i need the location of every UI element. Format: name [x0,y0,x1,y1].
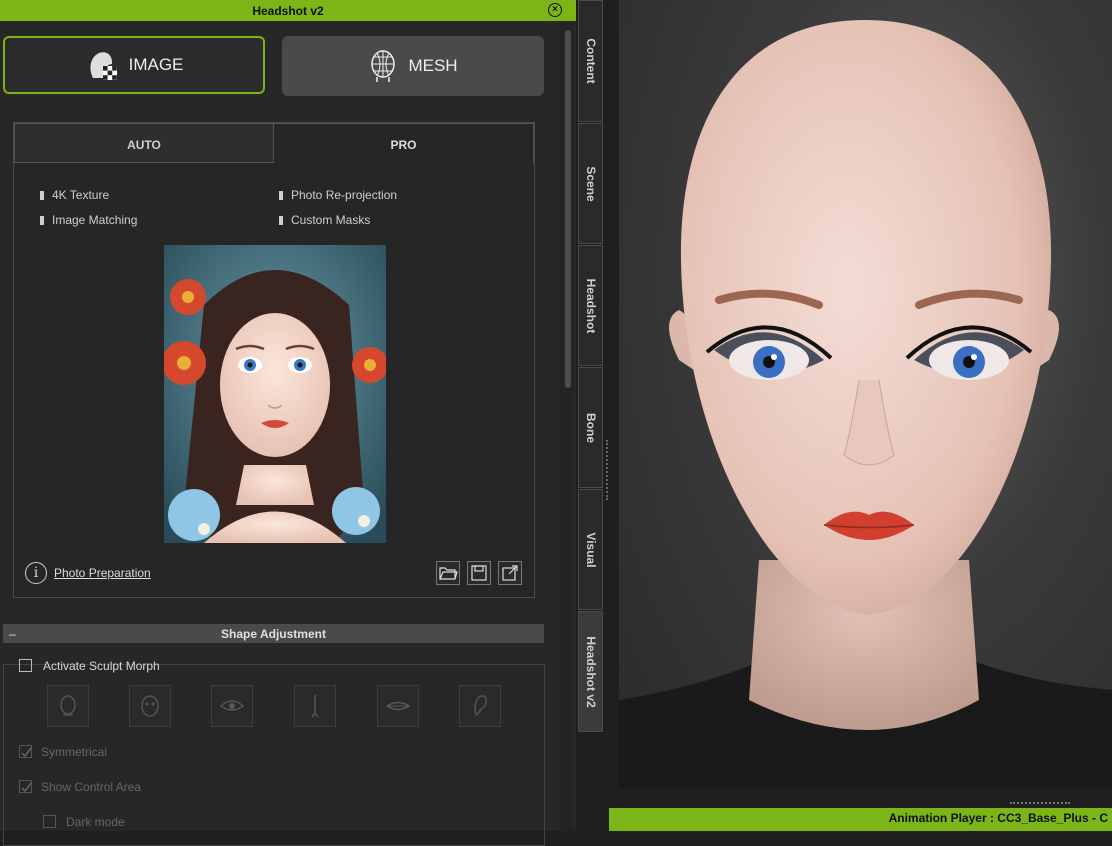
panel-resize-grip[interactable] [606,440,610,500]
feature-image-matching: Image Matching [40,213,137,227]
symmetrical-label: Symmetrical [41,745,108,759]
bullet-icon [40,216,44,225]
folder-icon [439,567,458,580]
checkmark-icon [21,782,32,793]
side-tab-label: Scene [583,165,598,202]
nose-icon [311,695,319,718]
sculpt-mouth-button [377,685,419,727]
animation-player-title: Animation Player : CC3_Base_Plus - C [888,811,1108,825]
source-photo[interactable] [164,245,386,543]
bullet-icon [40,191,44,200]
save-icon [471,565,487,581]
shape-adjustment-header[interactable]: – Shape Adjustment [3,624,544,643]
feature-photo-reprojection: Photo Re-projection [279,188,397,202]
photo-preparation-link[interactable]: Photo Preparation [54,566,151,580]
side-tab-label: Headshot [583,278,598,333]
save-button[interactable] [467,561,491,585]
feature-label: 4K Texture [52,188,110,202]
tab-pro[interactable]: PRO [274,123,534,163]
image-mode-button[interactable]: IMAGE [3,36,265,94]
sculpt-nose-button [294,685,336,727]
side-tab-scene[interactable]: Scene [578,123,603,244]
sculpt-face-button [129,685,171,727]
scrollbar-thumb[interactable] [565,30,571,388]
dark-mode-label: Dark mode [66,815,125,829]
side-tab-headshot[interactable]: Headshot [578,245,603,366]
side-tab-label: Bone [583,412,598,443]
image-mode-label: IMAGE [128,55,184,74]
face-icon [141,695,159,717]
collapse-icon[interactable]: – [9,624,16,644]
mesh-head-icon [371,50,396,82]
checkmark-icon [21,747,32,758]
viewport-resize-grip[interactable] [1010,802,1070,806]
feature-label: Custom Masks [291,213,371,227]
panel-title: Headshot v2 [252,4,324,18]
side-tab-content[interactable]: Content [578,0,603,122]
feature-label: Image Matching [52,213,138,227]
mesh-mode-label: MESH [408,56,458,75]
character-head-render [619,20,1112,788]
activate-sculpt-checkbox[interactable] [19,659,32,672]
eye-icon [219,700,245,711]
feature-custom-masks: Custom Masks [279,213,370,227]
show-control-area-checkbox[interactable] [19,780,32,793]
symmetrical-checkbox[interactable] [19,745,32,758]
side-tab-label: Visual [583,531,598,568]
bullet-icon [279,216,283,225]
mouth-icon [385,701,411,711]
shape-adjustment-title: Shape Adjustment [221,627,326,641]
ear-icon [474,695,487,717]
dark-mode-checkbox[interactable] [43,815,56,828]
sculpt-head-button [47,685,89,727]
animation-player-bar[interactable]: Animation Player : CC3_Base_Plus - C [609,808,1112,831]
mode-tabs-container: AUTO PRO 4K Texture Photo Re-projection … [13,122,535,598]
image-head-icon [90,52,117,80]
sculpt-ear-button [459,685,501,727]
head-front-icon [60,695,76,716]
side-tab-label: Headshot v2 [583,635,598,708]
feature-label: Photo Re-projection [291,188,398,202]
side-tab-label: Content [583,38,598,84]
export-icon [502,565,518,581]
side-tab-bone[interactable]: Bone [578,367,603,488]
export-button[interactable] [498,561,522,585]
tab-auto[interactable]: AUTO [14,123,274,163]
close-icon[interactable]: × [548,3,562,17]
feature-4k-texture: 4K Texture [40,188,109,202]
sculpt-eye-button [211,685,253,727]
headshot-panel: Headshot v2 × IMAGE MESH AUTO PRO 4K Tex… [0,0,576,846]
bullet-icon [279,191,283,200]
3d-viewport[interactable] [619,0,1112,788]
open-folder-button[interactable] [436,561,460,585]
activate-sculpt-label: Activate Sculpt Morph [43,659,160,673]
side-tab-headshot-v2[interactable]: Headshot v2 [578,611,603,732]
side-tab-visual[interactable]: Visual [578,489,603,610]
info-icon[interactable]: i [25,562,47,584]
panel-title-bar: Headshot v2 × [0,0,576,21]
show-control-area-label: Show Control Area [41,780,142,794]
mesh-mode-button[interactable]: MESH [282,36,544,96]
